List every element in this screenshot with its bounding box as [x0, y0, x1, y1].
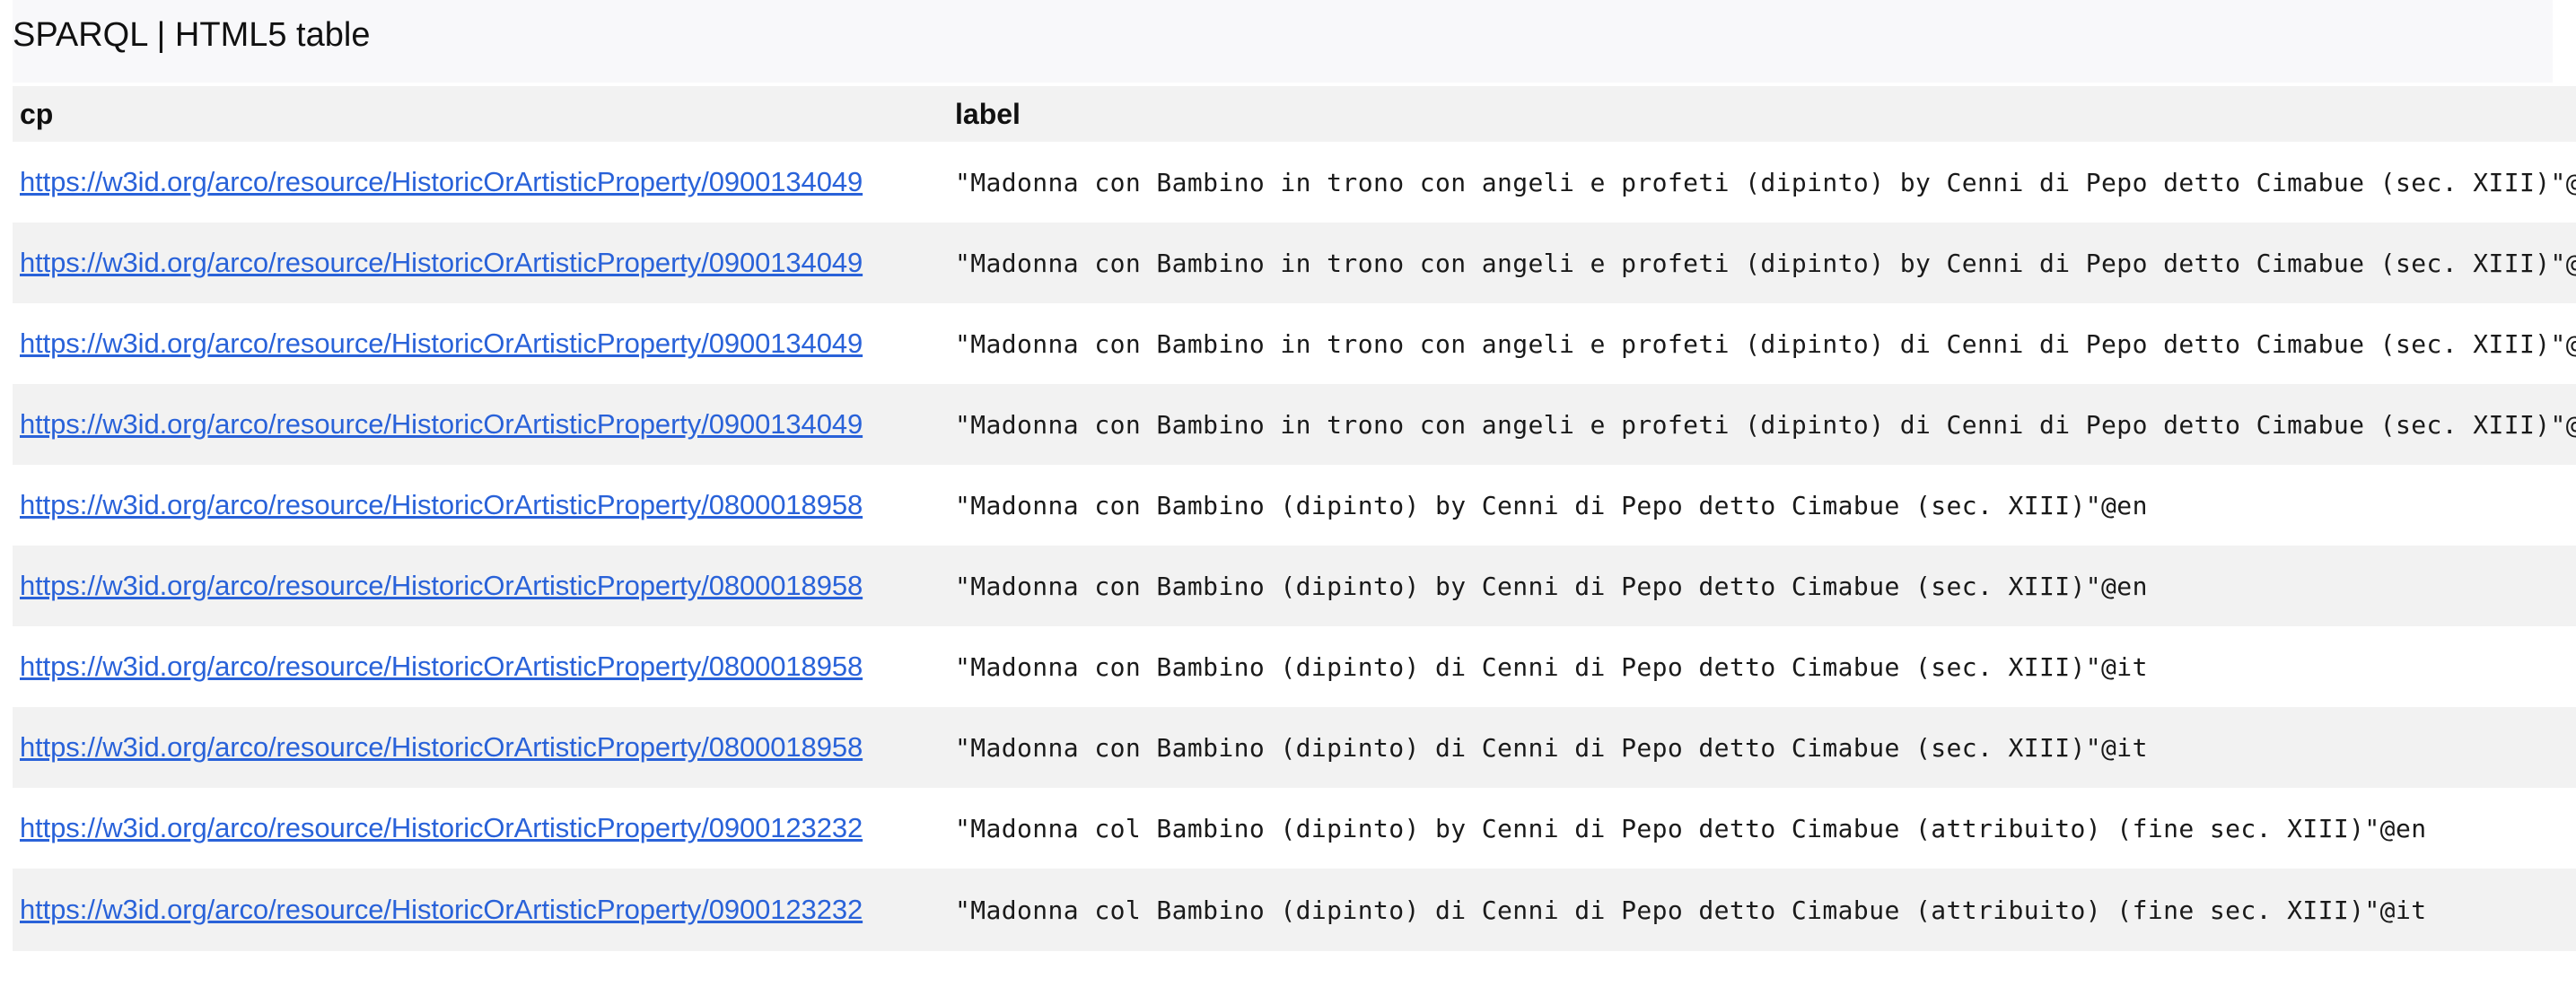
- label-cell: "Madonna con Bambino in trono con angeli…: [948, 223, 2576, 303]
- cp-link[interactable]: https://w3id.org/arco/resource/HistoricO…: [20, 812, 863, 843]
- results-table: cp label https://w3id.org/arco/resource/…: [13, 86, 2576, 951]
- label-cell: "Madonna con Bambino in trono con angeli…: [948, 384, 2576, 465]
- column-header-cp[interactable]: cp: [13, 86, 948, 142]
- table-row: https://w3id.org/arco/resource/HistoricO…: [13, 223, 2576, 303]
- cp-cell: https://w3id.org/arco/resource/HistoricO…: [13, 869, 948, 951]
- cp-cell: https://w3id.org/arco/resource/HistoricO…: [13, 303, 948, 384]
- cp-cell: https://w3id.org/arco/resource/HistoricO…: [13, 546, 948, 626]
- label-text: "Madonna con Bambino (dipinto) by Cenni …: [955, 571, 2148, 601]
- title-bar: SPARQL | HTML5 table: [13, 0, 2553, 83]
- label-text: "Madonna col Bambino (dipinto) di Cenni …: [955, 895, 2427, 925]
- cp-cell: https://w3id.org/arco/resource/HistoricO…: [13, 223, 948, 303]
- label-text: "Madonna col Bambino (dipinto) by Cenni …: [955, 813, 2427, 843]
- cp-link[interactable]: https://w3id.org/arco/resource/HistoricO…: [20, 894, 863, 925]
- label-text: "Madonna con Bambino in trono con angeli…: [955, 409, 2576, 440]
- cp-cell: https://w3id.org/arco/resource/HistoricO…: [13, 788, 948, 869]
- label-text: "Madonna con Bambino (dipinto) di Cenni …: [955, 732, 2148, 763]
- label-text: "Madonna con Bambino in trono con angeli…: [955, 248, 2576, 278]
- cp-cell: https://w3id.org/arco/resource/HistoricO…: [13, 707, 948, 788]
- label-text: "Madonna con Bambino (dipinto) by Cenni …: [955, 490, 2148, 520]
- cp-cell: https://w3id.org/arco/resource/HistoricO…: [13, 384, 948, 465]
- table-row: https://w3id.org/arco/resource/HistoricO…: [13, 707, 2576, 788]
- table-row: https://w3id.org/arco/resource/HistoricO…: [13, 788, 2576, 869]
- cp-link[interactable]: https://w3id.org/arco/resource/HistoricO…: [20, 489, 863, 520]
- cp-link[interactable]: https://w3id.org/arco/resource/HistoricO…: [20, 651, 863, 682]
- cp-cell: https://w3id.org/arco/resource/HistoricO…: [13, 142, 948, 223]
- label-cell: "Madonna con Bambino in trono con angeli…: [948, 303, 2576, 384]
- column-header-label[interactable]: label: [948, 86, 2576, 142]
- label-cell: "Madonna con Bambino (dipinto) di Cenni …: [948, 626, 2576, 707]
- cp-link[interactable]: https://w3id.org/arco/resource/HistoricO…: [20, 731, 863, 763]
- table-header-row: cp label: [13, 86, 2576, 142]
- label-cell: "Madonna con Bambino (dipinto) by Cenni …: [948, 465, 2576, 546]
- label-cell: "Madonna con Bambino in trono con angeli…: [948, 142, 2576, 223]
- label-cell: "Madonna con Bambino (dipinto) di Cenni …: [948, 707, 2576, 788]
- table-row: https://w3id.org/arco/resource/HistoricO…: [13, 869, 2576, 951]
- table-row: https://w3id.org/arco/resource/HistoricO…: [13, 626, 2576, 707]
- label-text: "Madonna con Bambino in trono con angeli…: [955, 167, 2576, 197]
- table-row: https://w3id.org/arco/resource/HistoricO…: [13, 303, 2576, 384]
- label-text: "Madonna con Bambino in trono con angeli…: [955, 328, 2576, 359]
- cp-link[interactable]: https://w3id.org/arco/resource/HistoricO…: [20, 247, 863, 278]
- cp-link[interactable]: https://w3id.org/arco/resource/HistoricO…: [20, 408, 863, 440]
- cp-cell: https://w3id.org/arco/resource/HistoricO…: [13, 465, 948, 546]
- table-row: https://w3id.org/arco/resource/HistoricO…: [13, 465, 2576, 546]
- table-row: https://w3id.org/arco/resource/HistoricO…: [13, 546, 2576, 626]
- label-cell: "Madonna con Bambino (dipinto) by Cenni …: [948, 546, 2576, 626]
- cp-link[interactable]: https://w3id.org/arco/resource/HistoricO…: [20, 570, 863, 601]
- cp-link[interactable]: https://w3id.org/arco/resource/HistoricO…: [20, 328, 863, 359]
- label-text: "Madonna con Bambino (dipinto) di Cenni …: [955, 651, 2148, 682]
- cp-link[interactable]: https://w3id.org/arco/resource/HistoricO…: [20, 166, 863, 197]
- label-cell: "Madonna col Bambino (dipinto) by Cenni …: [948, 788, 2576, 869]
- label-cell: "Madonna col Bambino (dipinto) di Cenni …: [948, 869, 2576, 951]
- cp-cell: https://w3id.org/arco/resource/HistoricO…: [13, 626, 948, 707]
- table-row: https://w3id.org/arco/resource/HistoricO…: [13, 142, 2576, 223]
- table-row: https://w3id.org/arco/resource/HistoricO…: [13, 384, 2576, 465]
- page-title: SPARQL | HTML5 table: [13, 16, 371, 54]
